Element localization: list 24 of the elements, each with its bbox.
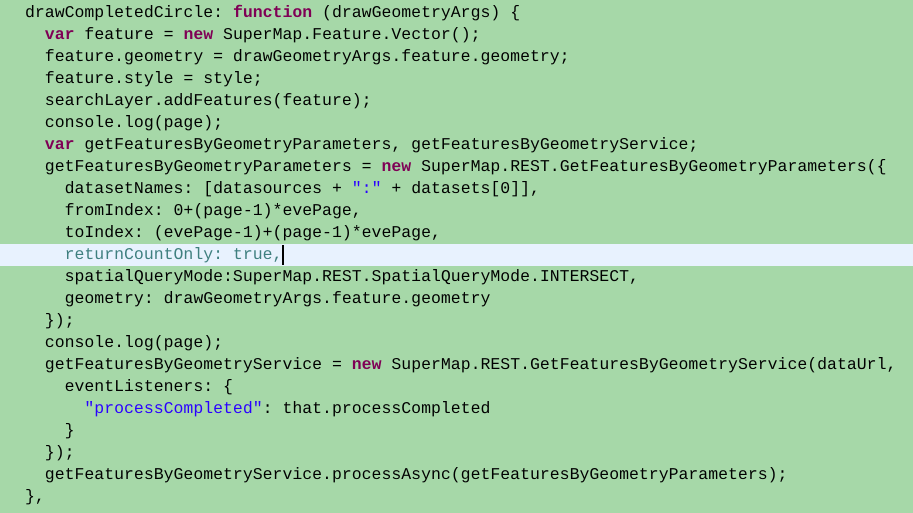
code-line: console.log(page); [44,332,224,354]
code-line: drawCompletedCircle: function (drawGeometryArgs) { [25,2,520,24]
code-line: var feature = new SuperMap.Feature.Vector(); [44,24,480,46]
code-line: getFeaturesByGeometryService = new SuperMap.REST.GetFeaturesByGeometryService(dataUrl, [44,354,896,376]
code-line: toIndex: (evePage-1)+(page-1)*evePage, [64,222,441,244]
code-line: datasetNames: [datasources + ":" + datasets[0]], [64,178,540,200]
code-line: searchLayer.addFeatures(feature); [44,90,372,112]
text-cursor [282,245,284,265]
code-line: feature.style = style; [44,68,263,90]
code-line: fromIndex: 0+(page-1)*evePage, [64,200,362,222]
code-line: getFeaturesByGeometryParameters = new SuperMap.REST.GetFeaturesByGeometryParameters({ [44,156,886,178]
code-line: feature.geometry = drawGeometryArgs.feature.geometry; [44,46,570,68]
code-line: geometry: drawGeometryArgs.feature.geometry [64,288,490,310]
code-line: } [64,420,75,442]
code-line: spatialQueryMode:SuperMap.REST.SpatialQueryMode.INTERSECT, [64,266,639,288]
code-line: eventListeners: { [64,376,233,398]
code-line: }); [44,310,75,332]
code-line: console.log(page); [44,112,224,134]
code-line: "processCompleted": that.processCompleted [83,398,490,420]
code-line: returnCountOnly: true, [64,244,282,266]
code-line: var getFeaturesByGeometryParameters, getFeaturesByGeometryService; [44,134,698,156]
code-line: getFeaturesByGeometryService.processAsync(getFeaturesByGeometryParameters); [44,464,788,486]
code-line: }); [44,442,75,464]
code-line: }, [25,486,45,508]
